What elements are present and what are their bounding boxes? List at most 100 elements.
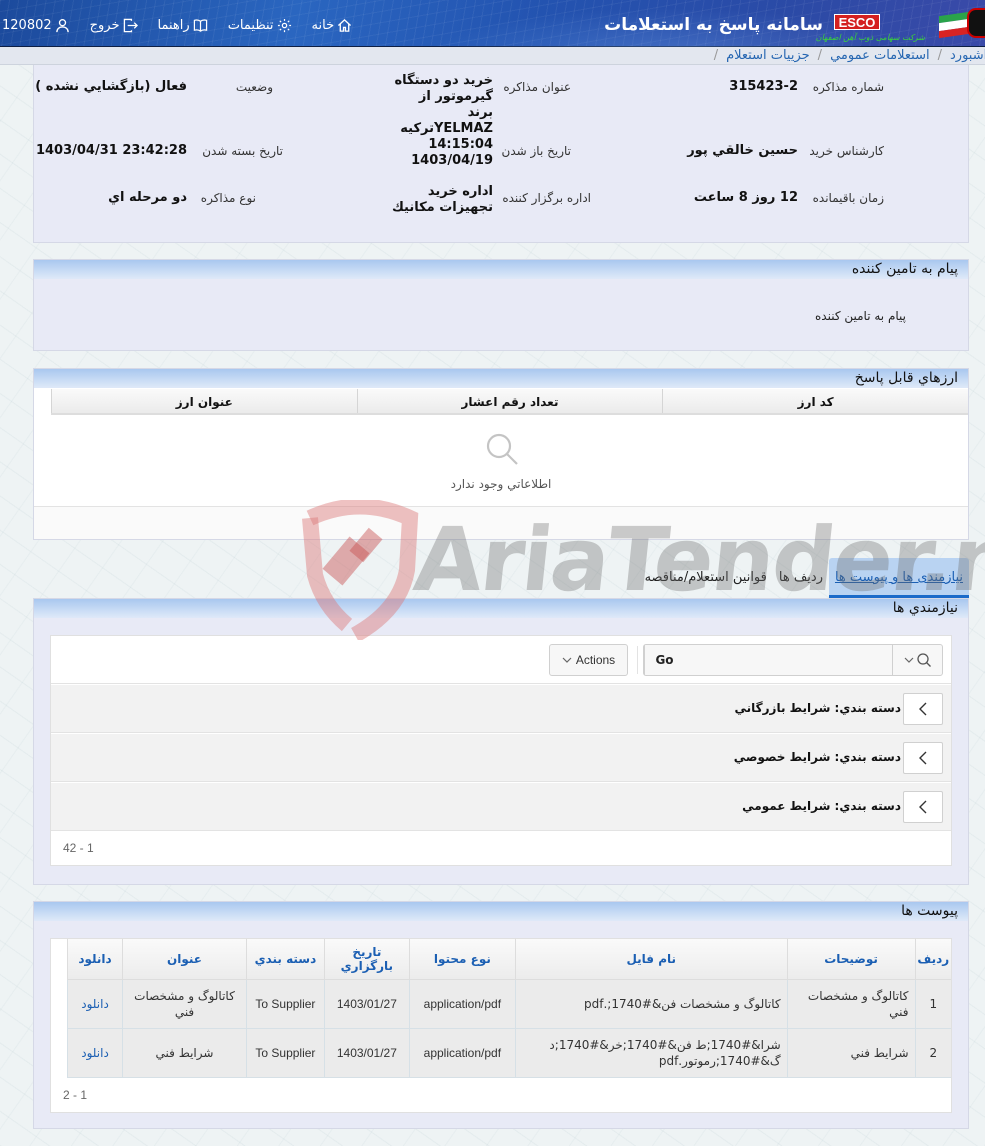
cell-download: دانلود — [66, 979, 123, 1029]
chevron-left-icon — [919, 702, 927, 716]
search-icon — [486, 433, 518, 465]
negotiation-number: 315423-2 — [729, 79, 798, 94]
column-currency-title[interactable]: عنوان ارز — [50, 389, 357, 413]
breadcrumb-separator: / — [937, 48, 942, 63]
inquiry-details-panel: شماره مذاكره 315423-2 كارشناس خريد حسين … — [33, 65, 969, 243]
remaining-time-label: زمان باقيمانده — [812, 191, 884, 205]
column-currency-code[interactable]: كد ارز — [662, 389, 968, 413]
settings-link[interactable]: تنظيمات — [228, 18, 292, 33]
go-button[interactable]: Go — [644, 645, 684, 675]
download-link[interactable]: دانلود — [81, 1046, 109, 1060]
user-menu[interactable]: 120802 — [2, 18, 70, 33]
column-row[interactable]: رديف — [914, 939, 951, 980]
cell-category: To Supplier — [245, 979, 325, 1029]
download-link[interactable]: دانلود — [81, 997, 109, 1011]
column-download[interactable]: دانلود — [66, 939, 123, 980]
negotiation-title-label: عنوان مذاكره — [503, 80, 571, 94]
column-decimal-digits[interactable]: تعداد رقم اعشار — [356, 389, 663, 413]
breadcrumb-inquiry-details[interactable]: جزييات استعلام — [726, 48, 810, 63]
column-upload-date[interactable]: تاريخ بارگزاري — [323, 939, 410, 980]
book-icon — [193, 19, 207, 32]
chevron-left-icon — [919, 800, 927, 814]
group-row: دسته بندي: شرايط عمومي — [51, 783, 951, 831]
cell-upload-date: 1403/01/27 — [323, 1028, 410, 1078]
chevron-down-icon — [562, 657, 572, 663]
column-category[interactable]: دسته بندي — [245, 939, 325, 980]
search-input[interactable] — [684, 645, 892, 675]
close-date-label: تاريخ بسته شدن — [202, 144, 283, 158]
app-title: سامانه پاسخ به استعلامات — [604, 15, 823, 35]
cell-upload-date: 1403/01/27 — [323, 979, 410, 1029]
logout-label: خروج — [89, 18, 120, 33]
report-toolbar: Go Actions — [51, 636, 951, 684]
currencies-table-header: كد ارز تعداد رقم اعشار عنوان ارز — [50, 389, 968, 415]
open-date: 14:15:04 1403/04/19 — [411, 137, 493, 168]
table-row: 1 كاتالوگ و مشخصات فني كاتالوگ و مشخصات … — [66, 979, 951, 1029]
supplier-message-text: پيام به تامين كننده — [815, 309, 906, 323]
tab-bar: نيازمندی ها و پيوست ها رديف ها قوانين اس… — [639, 558, 969, 598]
settings-label: تنظيمات — [227, 18, 274, 33]
pagination-text: 1 - 2 — [63, 1088, 88, 1102]
breadcrumb-separator: / — [713, 48, 719, 63]
iran-flag-icon — [939, 11, 969, 39]
logout-link[interactable]: خروج — [90, 18, 138, 33]
column-content-type[interactable]: نوع محتوا — [408, 939, 516, 980]
top-nav: 120802 خروج راهنما تنظيمات خانه — [2, 18, 352, 33]
expand-group-button[interactable] — [903, 791, 943, 823]
close-date: 1403/04/31 23:42:28 — [35, 143, 187, 158]
esco-logo: ESCO — [834, 14, 880, 30]
organizer-label: اداره برگزار كننده — [502, 191, 591, 205]
open-date-label: تاريخ باز شدن — [501, 144, 571, 158]
toolbar-divider — [637, 646, 638, 674]
organizer: اداره خريد تجهيزات مكانيك — [391, 184, 493, 215]
group-label: دسته بندي: شرايط بازرگاني — [734, 701, 902, 715]
breadcrumb-dashboard[interactable]: داشبورد — [950, 48, 985, 63]
tab-inquiry-rules[interactable]: قوانين استعلام/مناقصه — [639, 558, 773, 598]
cell-description: كاتالوگ و مشخصات فني — [786, 979, 916, 1029]
company-logo-icon — [967, 8, 985, 38]
attachments-table: رديف توضيحات نام فايل نوع محتوا تاريخ با… — [66, 939, 951, 1078]
expand-group-button[interactable] — [903, 693, 943, 725]
help-label: راهنما — [157, 18, 190, 33]
chevron-down-icon — [904, 657, 913, 663]
pagination-text: 1 - 24 — [63, 841, 94, 855]
cell-category: To Supplier — [245, 1028, 325, 1078]
supplier-message-title: پيام به تامين كننده — [34, 260, 968, 279]
requirements-report: Go Actions دسته بندي: شرايط بازرگاني دست… — [50, 635, 952, 866]
user-icon — [55, 19, 69, 33]
help-link[interactable]: راهنما — [158, 18, 208, 33]
home-link[interactable]: خانه — [312, 18, 353, 33]
search-icon — [916, 653, 931, 667]
column-description[interactable]: توضيحات — [786, 939, 916, 980]
cell-description: شرايط فني — [786, 1028, 916, 1078]
currencies-title: ارزهاي قابل پاسخ — [34, 369, 968, 388]
cell-file-name: شرا&#1740;ط فن&#1740;خر&#1740;د گ&#1740;… — [514, 1028, 788, 1078]
purchase-expert-label: كارشناس خريد — [809, 144, 884, 158]
actions-button[interactable]: Actions — [549, 644, 628, 676]
breadcrumb: داشبورد / استعلامات عمومي / جزييات استعل… — [0, 47, 985, 65]
currencies-footer — [34, 506, 968, 539]
search-column-button[interactable] — [892, 645, 942, 675]
negotiation-type: دو مرحله اي — [108, 190, 187, 205]
gear-icon — [277, 18, 291, 33]
currencies-panel: ارزهاي قابل پاسخ كد ارز تعداد رقم اعشار … — [33, 368, 969, 540]
table-row: 2 شرايط فني شرا&#1740;ط فن&#1740;خر&#174… — [66, 1028, 951, 1078]
column-title[interactable]: عنوان — [122, 939, 247, 980]
tab-requirements-attachments[interactable]: نيازمندی ها و پيوست ها — [828, 558, 969, 598]
cell-content-type: application/pdf — [408, 1028, 516, 1078]
breadcrumb-separator: / — [817, 48, 823, 63]
tab-rows[interactable]: رديف ها — [773, 558, 829, 598]
pagination-info: 1 - 24 — [63, 841, 94, 855]
chevron-left-icon — [919, 751, 927, 765]
breadcrumb-public-inquiries[interactable]: استعلامات عمومي — [830, 48, 930, 63]
column-file-name[interactable]: نام فايل — [514, 939, 788, 980]
logout-icon — [123, 18, 138, 33]
cell-row: 2 — [914, 1028, 951, 1078]
negotiation-number-label: شماره مذاكره — [812, 80, 884, 94]
remaining-time: 12 روز 8 ساعت — [693, 190, 798, 205]
status-label: وضعيت — [235, 80, 273, 94]
group-row: دسته بندي: شرايط بازرگاني — [51, 685, 951, 733]
expand-group-button[interactable] — [903, 742, 943, 774]
cell-title: كاتالوگ و مشخصات فني — [122, 979, 247, 1029]
cell-file-name: كاتالوگ و مشخصات فن&#1740;.pdf — [514, 979, 788, 1029]
